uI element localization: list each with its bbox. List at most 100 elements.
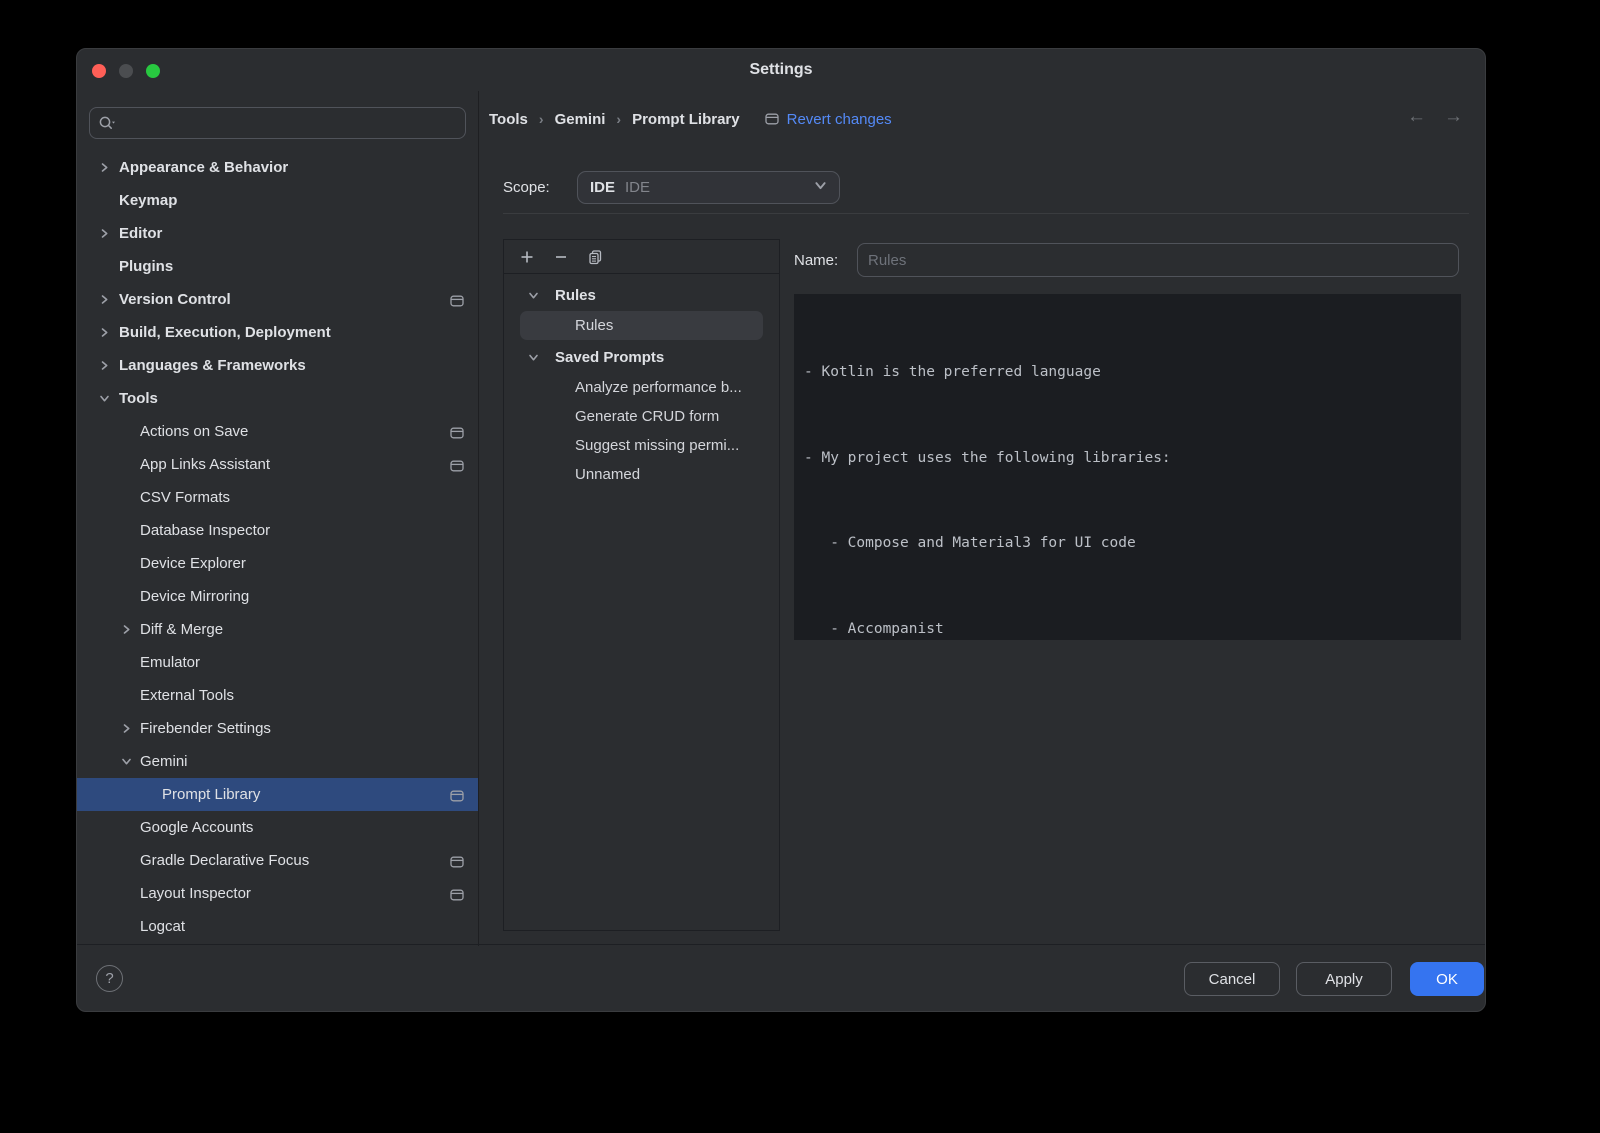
ide-settings-icon [450, 789, 464, 806]
settings-dialog: Settings Appearance & Behavior Keymap Ed… [76, 48, 1486, 1012]
dialog-footer: ? Cancel Apply OK [77, 944, 1485, 1011]
name-label: Name: [794, 252, 838, 269]
tree-item-suggest-missing-permissions[interactable]: Suggest missing permi... [504, 431, 779, 460]
sidebar-item-label: App Links Assistant [140, 456, 270, 473]
history-navigation: ← → [1407, 106, 1463, 128]
chevron-down-icon [121, 756, 132, 767]
sidebar-item-plugins[interactable]: Plugins [77, 250, 478, 283]
scope-label: Scope: [503, 179, 550, 196]
chevron-right-icon [99, 294, 110, 305]
sidebar-item-label: Logcat [140, 918, 185, 935]
help-button[interactable]: ? [96, 965, 123, 992]
prompt-name-input[interactable] [857, 243, 1459, 277]
tree-group-rules[interactable]: Rules [504, 280, 779, 311]
sidebar-item-device-explorer[interactable]: Device Explorer [77, 547, 478, 580]
sidebar-item-label: Version Control [119, 291, 231, 308]
add-prompt-button[interactable] [514, 244, 540, 270]
sidebar-item-external-tools[interactable]: External Tools [77, 679, 478, 712]
sidebar-item-label: Emulator [140, 654, 200, 671]
sidebar-item-gradle-declarative-focus[interactable]: Gradle Declarative Focus [77, 844, 478, 877]
tree-group-label: Rules [555, 287, 596, 304]
copy-prompt-button[interactable] [582, 244, 608, 270]
prompt-tree: Rules Rules Saved Prompts Analyze perfor… [504, 274, 779, 489]
sidebar-item-prompt-library[interactable]: Prompt Library [77, 778, 478, 811]
cancel-button[interactable]: Cancel [1184, 962, 1280, 996]
sidebar-item-label: Gradle Declarative Focus [140, 852, 309, 869]
sidebar-item-label: Device Explorer [140, 555, 246, 572]
chevron-down-icon [528, 290, 539, 301]
sidebar-item-label: Build, Execution, Deployment [119, 324, 331, 341]
settings-search-field[interactable] [89, 107, 466, 139]
editor-line: - Accompanist [804, 615, 1461, 641]
sidebar-item-build-execution-deployment[interactable]: Build, Execution, Deployment [77, 316, 478, 349]
revert-changes-link[interactable]: Revert changes [765, 111, 892, 128]
ide-settings-icon [450, 855, 464, 872]
sidebar-item-tools[interactable]: Tools [77, 382, 478, 415]
scope-selected-prefix: IDE [590, 179, 615, 196]
sidebar-item-logcat[interactable]: Logcat [77, 910, 478, 943]
chevron-right-icon [121, 723, 132, 734]
sidebar-item-emulator[interactable]: Emulator [77, 646, 478, 679]
breadcrumb-prompt-library: Prompt Library [632, 111, 740, 128]
breadcrumb: Tools › Gemini › Prompt Library Revert c… [489, 106, 892, 132]
prompt-text-editor[interactable]: - Kotlin is the preferred language - My … [794, 294, 1461, 640]
sidebar-item-google-accounts[interactable]: Google Accounts [77, 811, 478, 844]
sidebar-item-label: Keymap [119, 192, 177, 209]
sidebar-item-label: Appearance & Behavior [119, 159, 288, 176]
sidebar-item-appearance-behavior[interactable]: Appearance & Behavior [77, 151, 478, 184]
tree-item-generate-crud-form[interactable]: Generate CRUD form [504, 402, 779, 431]
sidebar-item-label: Diff & Merge [140, 621, 223, 638]
sidebar-item-languages-frameworks[interactable]: Languages & Frameworks [77, 349, 478, 382]
ok-button[interactable]: OK [1410, 962, 1484, 996]
chevron-down-icon [99, 393, 110, 404]
ide-settings-icon [450, 294, 464, 311]
sidebar-item-keymap[interactable]: Keymap [77, 184, 478, 217]
sidebar-item-label: Prompt Library [162, 786, 260, 803]
revert-changes-label: Revert changes [787, 111, 892, 128]
remove-prompt-button[interactable] [548, 244, 574, 270]
chevron-right-icon [99, 360, 110, 371]
chevron-down-icon [528, 352, 539, 363]
sidebar-item-label: External Tools [140, 687, 234, 704]
sidebar-item-gemini[interactable]: Gemini [77, 745, 478, 778]
breadcrumb-separator: › [539, 111, 544, 127]
ide-settings-icon [450, 459, 464, 476]
ide-settings-icon [450, 426, 464, 443]
forward-arrow-icon[interactable]: → [1444, 106, 1463, 128]
search-input[interactable] [122, 115, 457, 131]
settings-tree: Appearance & Behavior Keymap Editor Plug… [77, 151, 478, 943]
sidebar-item-device-mirroring[interactable]: Device Mirroring [77, 580, 478, 613]
titlebar: Settings [77, 49, 1485, 91]
tree-item-rules[interactable]: Rules [520, 311, 763, 340]
window-title: Settings [77, 61, 1485, 79]
search-icon [98, 115, 116, 131]
sidebar-divider [478, 91, 479, 946]
sidebar-item-firebender-settings[interactable]: Firebender Settings [77, 712, 478, 745]
sidebar-item-label: Database Inspector [140, 522, 270, 539]
sidebar-item-app-links-assistant[interactable]: App Links Assistant [77, 448, 478, 481]
sidebar-item-database-inspector[interactable]: Database Inspector [77, 514, 478, 547]
sidebar-item-layout-inspector[interactable]: Layout Inspector [77, 877, 478, 910]
tree-item-analyze-performance[interactable]: Analyze performance b... [504, 373, 779, 402]
sidebar-item-actions-on-save[interactable]: Actions on Save [77, 415, 478, 448]
sidebar-item-editor[interactable]: Editor [77, 217, 478, 250]
chevron-right-icon [121, 624, 132, 635]
tree-item-unnamed[interactable]: Unnamed [504, 460, 779, 489]
sidebar-item-diff-merge[interactable]: Diff & Merge [77, 613, 478, 646]
editor-line: - My project uses the following librarie… [804, 444, 1461, 473]
header-separator [503, 213, 1469, 214]
sidebar-item-version-control[interactable]: Version Control [77, 283, 478, 316]
prompt-list-panel: Rules Rules Saved Prompts Analyze perfor… [503, 239, 780, 931]
breadcrumb-tools[interactable]: Tools [489, 111, 528, 128]
apply-button[interactable]: Apply [1296, 962, 1392, 996]
scope-dropdown[interactable]: IDE IDE [577, 171, 840, 204]
sidebar-item-label: Editor [119, 225, 162, 242]
editor-line: - Kotlin is the preferred language [804, 358, 1461, 387]
sidebar-item-label: Google Accounts [140, 819, 253, 836]
back-arrow-icon[interactable]: ← [1407, 106, 1426, 128]
sidebar-item-label: Layout Inspector [140, 885, 251, 902]
breadcrumb-gemini[interactable]: Gemini [555, 111, 606, 128]
tree-group-saved-prompts[interactable]: Saved Prompts [504, 342, 779, 373]
chevron-down-icon [814, 179, 827, 197]
sidebar-item-csv-formats[interactable]: CSV Formats [77, 481, 478, 514]
